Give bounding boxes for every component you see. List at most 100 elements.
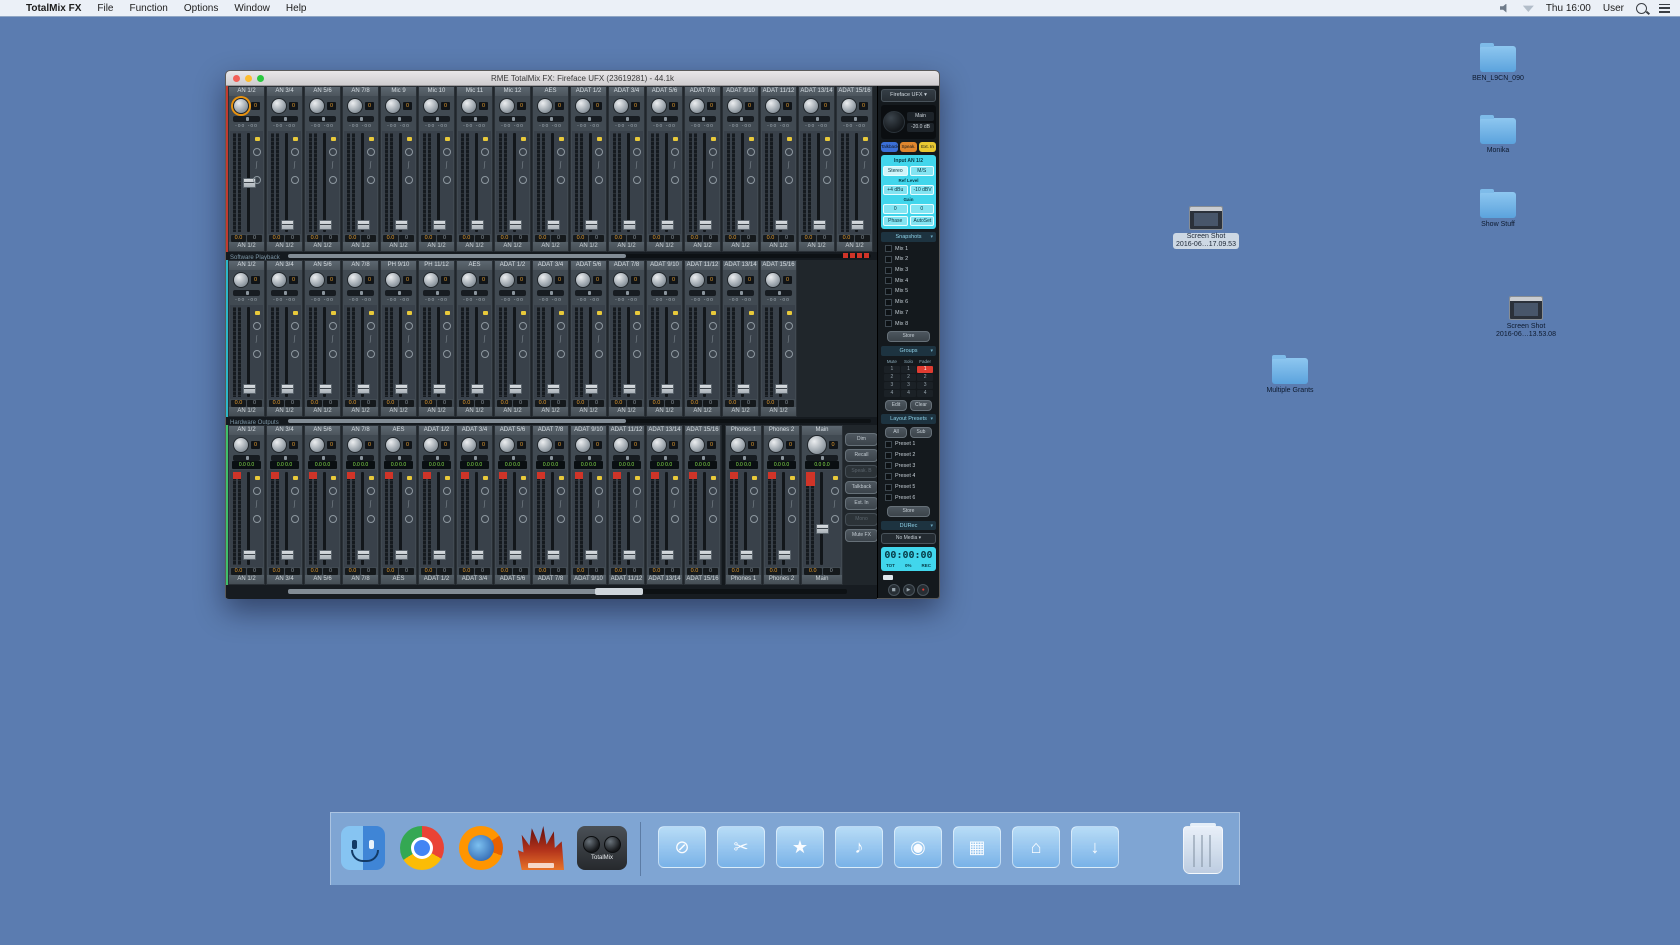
fx-icon[interactable]: [785, 176, 793, 184]
fader-handle[interactable]: [816, 524, 829, 534]
gain-knob[interactable]: [575, 98, 591, 114]
phantom-led-icon[interactable]: [635, 137, 640, 141]
fader-handle[interactable]: [319, 384, 332, 394]
gain-knob[interactable]: [461, 98, 477, 114]
channel-strip[interactable]: Mic 100-oo -oo╱0.00AN 1/2: [418, 86, 455, 252]
fx-icon[interactable]: [329, 350, 337, 358]
phantom-led-icon[interactable]: [597, 311, 602, 315]
button-ext-in[interactable]: Ext. In: [919, 142, 936, 152]
collapse-arrow-icon[interactable]: ▾: [930, 521, 933, 531]
channel-strip[interactable]: ADAT 9/1000.0 0.0╱0.00ADAT 9/10: [570, 425, 607, 585]
dock-trash-icon[interactable]: [1183, 826, 1229, 872]
dock-folder-music[interactable]: ♪: [835, 826, 881, 872]
groups-header[interactable]: Groups▾: [881, 346, 936, 356]
phantom-led-icon[interactable]: [521, 311, 526, 315]
row-scrollbar-thumb[interactable]: [288, 254, 626, 258]
trim-icon[interactable]: ╱: [672, 502, 677, 509]
pan-slider[interactable]: [575, 290, 602, 296]
submix-label[interactable]: AN 1/2: [229, 575, 264, 584]
fx-icon[interactable]: [253, 350, 261, 358]
trim-icon[interactable]: ╱: [832, 502, 837, 509]
channel-strip[interactable]: AN 3/40-oo -oo╱0.00AN 1/2: [266, 260, 303, 417]
snapshot-item[interactable]: Mix 6: [881, 298, 936, 306]
submix-label[interactable]: AN 1/2: [229, 242, 264, 251]
dock-totalmix-icon[interactable]: TotalMix: [577, 826, 623, 872]
durec-play-button[interactable]: ▶: [903, 584, 915, 596]
group-cell[interactable]: 4: [901, 390, 917, 397]
settings-icon[interactable]: [557, 487, 565, 495]
fx-icon[interactable]: [481, 176, 489, 184]
phantom-led-icon[interactable]: [787, 311, 792, 315]
settings-icon[interactable]: [291, 487, 299, 495]
fader-handle[interactable]: [243, 384, 256, 394]
submix-label[interactable]: AN 7/8: [343, 575, 378, 584]
phantom-led-icon[interactable]: [559, 476, 564, 480]
fader-handle[interactable]: [357, 220, 370, 230]
fx-icon[interactable]: [595, 176, 603, 184]
channel-strip[interactable]: ADAT 11/1200.0 0.0╱0.00ADAT 11/12: [608, 425, 645, 585]
fader-handle[interactable]: [737, 384, 750, 394]
phantom-led-icon[interactable]: [635, 476, 640, 480]
phantom-led-icon[interactable]: [255, 137, 260, 141]
phantom-led-icon[interactable]: [293, 311, 298, 315]
trim-icon[interactable]: ╱: [482, 163, 487, 170]
settings-icon[interactable]: [595, 148, 603, 156]
fx-icon[interactable]: [443, 515, 451, 523]
phantom-led-icon[interactable]: [255, 476, 260, 480]
settings-icon[interactable]: [329, 487, 337, 495]
gain-knob[interactable]: [730, 437, 746, 453]
gain-knob[interactable]: [651, 437, 667, 453]
phantom-led-icon[interactable]: [369, 311, 374, 315]
submix-label[interactable]: AN 1/2: [267, 242, 302, 251]
trim-icon[interactable]: ╱: [482, 502, 487, 509]
settings-icon[interactable]: [443, 487, 451, 495]
menu-options[interactable]: Options: [184, 3, 218, 14]
fader-handle[interactable]: [661, 220, 674, 230]
pan-slider[interactable]: [271, 455, 298, 461]
monitor-button-dim[interactable]: Dim: [845, 433, 877, 446]
channel-strip[interactable]: ADAT 1/200.0 0.0╱0.00ADAT 1/2: [418, 425, 455, 585]
channel-strip[interactable]: AN 5/60-oo -oo╱0.00AN 1/2: [304, 260, 341, 417]
group-cell[interactable]: 1: [884, 366, 900, 373]
settings-icon[interactable]: [367, 322, 375, 330]
pan-slider[interactable]: [499, 455, 526, 461]
group-cell[interactable]: 3: [884, 382, 900, 389]
pan-slider[interactable]: [806, 455, 838, 461]
spotlight-icon[interactable]: [1636, 3, 1647, 14]
channel-strip[interactable]: AN 7/80-oo -oo╱0.00AN 1/2: [342, 86, 379, 252]
submix-label[interactable]: AN 1/2: [609, 407, 644, 416]
settings-icon[interactable]: [709, 322, 717, 330]
gain-knob[interactable]: [689, 437, 705, 453]
submix-label[interactable]: AN 1/2: [381, 242, 416, 251]
channel-strip[interactable]: AN 7/800.0 0.0╱0.00AN 7/8: [342, 425, 379, 585]
settings-icon[interactable]: [253, 148, 261, 156]
phantom-led-icon[interactable]: [749, 137, 754, 141]
fader-handle[interactable]: [433, 220, 446, 230]
phantom-led-icon[interactable]: [711, 137, 716, 141]
gain-knob[interactable]: [309, 272, 325, 288]
fader-handle[interactable]: [471, 550, 484, 560]
monitor-button-mute-fx[interactable]: Mute FX: [845, 529, 877, 542]
submix-label[interactable]: AN 1/2: [229, 407, 264, 416]
trim-icon[interactable]: ╱: [634, 502, 639, 509]
fx-icon[interactable]: [443, 350, 451, 358]
phantom-led-icon[interactable]: [559, 137, 564, 141]
submix-label[interactable]: AN 1/2: [761, 242, 796, 251]
trim-icon[interactable]: ╱: [254, 502, 259, 509]
settings-icon[interactable]: [329, 148, 337, 156]
phantom-led-icon[interactable]: [483, 137, 488, 141]
submix-label[interactable]: AN 1/2: [609, 242, 644, 251]
groups-edit-button[interactable]: Edit: [885, 400, 907, 411]
settings-icon[interactable]: [633, 322, 641, 330]
gain-knob[interactable]: [537, 272, 553, 288]
channel-strip[interactable]: AN 5/600.0 0.0╱0.00AN 5/6: [304, 425, 341, 585]
submix-label[interactable]: AN 1/2: [685, 242, 720, 251]
gain-knob[interactable]: [841, 98, 857, 114]
channel-strip[interactable]: ADAT 13/1400.0 0.0╱0.00ADAT 13/14: [646, 425, 683, 585]
phantom-led-icon[interactable]: [483, 476, 488, 480]
fader-handle[interactable]: [585, 384, 598, 394]
submix-label[interactable]: AN 1/2: [571, 242, 606, 251]
gain-knob[interactable]: [807, 435, 827, 455]
menu-window[interactable]: Window: [234, 3, 270, 14]
fx-icon[interactable]: [557, 176, 565, 184]
